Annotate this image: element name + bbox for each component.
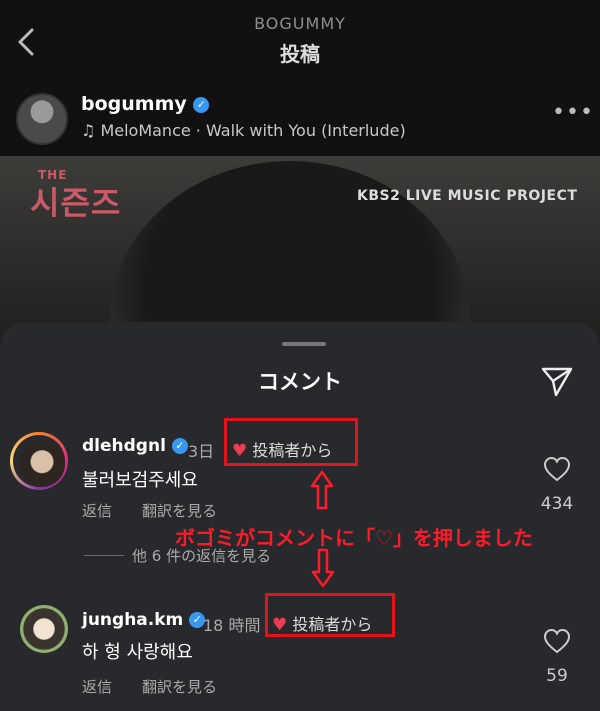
sheet-drag-handle[interactable] xyxy=(282,342,326,346)
verified-badge-icon: ✓ xyxy=(193,96,210,113)
show-logo: THE 시즌즈 xyxy=(30,168,122,224)
account-title: BOGUMMY xyxy=(254,14,346,33)
commenter-avatar[interactable] xyxy=(20,605,68,653)
reply-link[interactable]: 返信 xyxy=(82,500,112,521)
sheet-title: コメント xyxy=(258,370,342,394)
replies-divider xyxy=(84,555,124,556)
liked-by-author-label: 投稿者から xyxy=(292,615,373,634)
like-heart-icon[interactable] xyxy=(543,628,571,654)
liked-by-author: ♥ 投稿者から xyxy=(232,437,332,461)
show-logo-small: THE xyxy=(38,168,68,182)
like-heart-icon[interactable] xyxy=(543,456,571,482)
comment-username-row[interactable]: dlehdgnl ✓ xyxy=(82,436,188,456)
show-logo-text: 시즌즈 xyxy=(30,184,122,222)
liked-by-author: ♥ 投稿者から xyxy=(272,611,372,635)
page-title: 投稿 xyxy=(280,42,320,66)
down-arrow-icon xyxy=(311,548,335,588)
heart-icon: ♥ xyxy=(272,615,288,635)
post-username-row[interactable]: bogummy ✓ xyxy=(81,93,210,115)
verified-badge-icon: ✓ xyxy=(171,438,188,454)
comments-sheet: コメント dlehdgnl ✓ 3日 ♥ 投稿者から 불러보검주세요 返信 翻訳… xyxy=(0,322,600,711)
more-options-icon[interactable]: ••• xyxy=(552,100,594,125)
commenter-avatar[interactable] xyxy=(10,432,68,490)
comment-username[interactable]: dlehdgnl xyxy=(82,436,166,456)
comment-time: 3日 xyxy=(188,442,215,461)
up-arrow-icon xyxy=(310,470,334,510)
translate-link[interactable]: 翻訳を見る xyxy=(142,500,217,521)
comment-text: 불러보검주세요 xyxy=(82,470,198,491)
post-avatar[interactable] xyxy=(16,93,68,145)
comment-username-row[interactable]: jungha.km ✓ xyxy=(82,610,206,630)
comment-time: 18 時間 xyxy=(203,616,261,635)
post-username[interactable]: bogummy xyxy=(81,93,187,115)
translate-link[interactable]: 翻訳を見る xyxy=(142,676,217,697)
like-count: 434 xyxy=(540,494,574,514)
send-icon[interactable] xyxy=(540,364,574,398)
comment-text: 하 형 사랑해요 xyxy=(82,642,193,663)
post-music-row[interactable]: ♫ MeloMance · Walk with You (Interlude) xyxy=(81,121,406,140)
post-header: bogummy ✓ ♫ MeloMance · Walk with You (I… xyxy=(0,90,600,156)
comment-username[interactable]: jungha.km xyxy=(82,610,183,630)
music-note-icon: ♫ xyxy=(81,121,101,140)
heart-icon: ♥ xyxy=(232,441,248,461)
like-count: 59 xyxy=(546,666,568,686)
program-tag: KBS2 LIVE MUSIC PROJECT xyxy=(357,188,578,204)
post-music[interactable]: MeloMance · Walk with You (Interlude) xyxy=(100,121,405,140)
top-bar: BOGUMMY 投稿 xyxy=(0,0,600,90)
reply-link[interactable]: 返信 xyxy=(82,676,112,697)
liked-by-author-label: 投稿者から xyxy=(252,441,333,460)
annotation-text: ボゴミがコメントに「♡」を押しました xyxy=(175,526,533,550)
